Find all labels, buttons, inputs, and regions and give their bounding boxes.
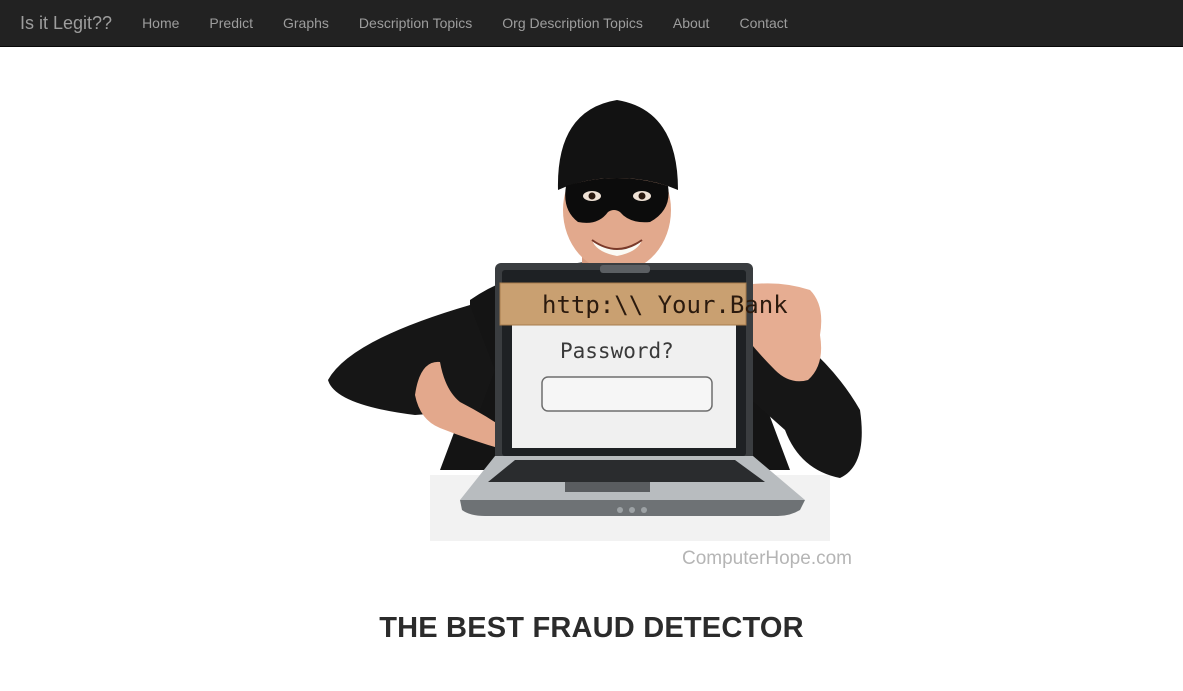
nav-links: Home Predict Graphs Description Topics O… — [127, 0, 803, 47]
page-headline: THE BEST FRAUD DETECTOR — [379, 612, 804, 644]
nav-org-description-topics[interactable]: Org Description Topics — [487, 0, 658, 47]
nav-home[interactable]: Home — [127, 0, 194, 47]
watermark-text: ComputerHope.com — [682, 548, 852, 569]
nav-contact[interactable]: Contact — [724, 0, 802, 47]
hero-image: http:\\ Your.Bank Password? ComputerHope… — [320, 90, 865, 575]
top-navbar: Is it Legit?? Home Predict Graphs Descri… — [0, 0, 1183, 47]
fraudster-laptop-illustration: http:\\ Your.Bank Password? ComputerHope… — [328, 100, 862, 569]
url-sign-text: http:\\ Your.Bank — [542, 291, 788, 319]
password-prompt-text: Password? — [560, 339, 674, 363]
nav-predict[interactable]: Predict — [194, 0, 268, 47]
nav-description-topics[interactable]: Description Topics — [344, 0, 487, 47]
brand-link[interactable]: Is it Legit?? — [0, 0, 127, 47]
password-box-graphic — [541, 376, 713, 412]
nav-graphs[interactable]: Graphs — [268, 0, 344, 47]
nav-about[interactable]: About — [658, 0, 725, 47]
